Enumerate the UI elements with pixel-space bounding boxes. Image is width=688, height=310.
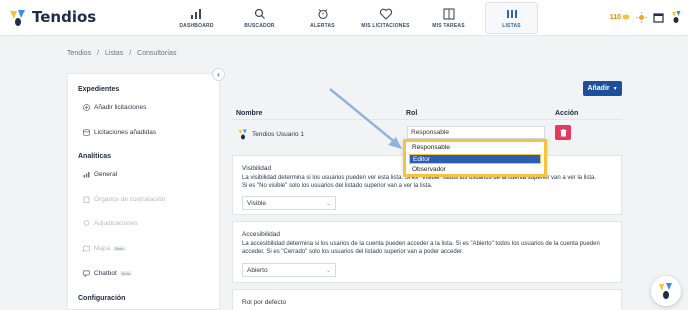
accessibility-card: Accesibilidad La accesibilidad determina… <box>232 221 622 283</box>
nav-listas[interactable]: LISTAS <box>485 2 538 34</box>
chevron-down-icon: ⌄ <box>325 268 331 274</box>
sidebar-item-label: Chatbot <box>94 270 117 277</box>
user-logo-icon <box>238 129 247 140</box>
column-header-name: Nombre <box>236 110 263 117</box>
nav-label: LISTAS <box>502 22 521 29</box>
visibility-select-value: Visible <box>247 200 267 207</box>
nav-label: MIS TAREAS <box>432 22 465 29</box>
nav-label: BUSCADOR <box>244 22 275 29</box>
add-button[interactable]: Añadir ▼ <box>583 81 622 96</box>
coin-balance: 110 <box>609 13 621 21</box>
beta-badge: Beta <box>113 246 126 251</box>
heart-icon <box>379 8 392 20</box>
sidebar-item-chatbot[interactable]: Chatbot Beta <box>83 270 133 277</box>
breadcrumb-listas[interactable]: Listas <box>105 50 123 57</box>
dropdown-option-responsable[interactable]: Responsable <box>409 143 541 153</box>
dropdown-option-observador[interactable]: Observador <box>409 165 541 175</box>
sidebar-item-label: Órganos de contratación <box>94 196 166 203</box>
visibility-select[interactable]: Visible ⌄ <box>242 196 336 210</box>
sidebar-item-label: Licitaciones añadidas <box>94 129 157 136</box>
app-name: Tendios <box>32 8 97 26</box>
chat-icon <box>83 270 90 277</box>
divider <box>232 119 622 120</box>
lists-icon <box>506 9 517 18</box>
top-bar: Tendios DASHBOARD BUSCADOR ALERTAS MIS L… <box>0 0 688 36</box>
role-dropdown-menu: Responsable Editor Observador <box>403 139 547 177</box>
sidebar-section-analiticas: Analíticas <box>78 153 112 160</box>
column-header-action: Acción <box>555 110 579 117</box>
database-icon <box>83 129 90 136</box>
default-role-title: Rol por defecto <box>242 299 287 306</box>
dashboard-icon <box>190 8 201 19</box>
award-icon <box>83 220 90 226</box>
nav-alertas[interactable]: ALERTAS <box>296 2 349 34</box>
chevron-down-icon: ▼ <box>612 85 618 92</box>
nav-mis-licitaciones[interactable]: MIS LICITACIONES <box>359 2 412 34</box>
sidebar-item-added-tenders[interactable]: Licitaciones añadidas <box>83 129 156 136</box>
accessibility-select[interactable]: Abierto ⌄ <box>242 263 336 277</box>
dropdown-option-editor[interactable]: Editor <box>409 154 541 164</box>
sun-icon[interactable] <box>636 11 647 23</box>
user-cell: Tendios Usuario 1 <box>238 129 304 140</box>
accessibility-select-value: Abierto <box>247 267 268 274</box>
sidebar-item-adjudicaciones[interactable]: Adjudicaciones <box>83 220 138 227</box>
breadcrumb: Tendios / Listas / Consultorías <box>67 50 180 57</box>
logo-icon <box>659 283 672 299</box>
role-select[interactable]: Responsable <box>407 126 545 139</box>
nav-buscador[interactable]: BUSCADOR <box>233 2 286 34</box>
sidebar-item-organos[interactable]: Órganos de contratación <box>83 196 165 203</box>
alarm-icon <box>317 8 328 19</box>
map-icon <box>83 245 90 252</box>
sidebar-item-add-tenders[interactable]: Añadir licitaciones <box>83 104 146 111</box>
sidebar-section-configuracion: Configuración <box>78 295 126 302</box>
accessibility-title: Accesibilidad <box>242 231 280 238</box>
board-icon <box>442 7 455 20</box>
sidebar-section-expedientes: Expedientes <box>78 86 120 93</box>
nav-dashboard[interactable]: DASHBOARD <box>170 2 223 34</box>
collapse-sidebar-button[interactable]: ‹ <box>212 68 225 81</box>
beta-badge: Beta <box>119 271 133 276</box>
breadcrumb-separator: / <box>129 50 132 57</box>
sidebar-item-label: General <box>94 171 118 178</box>
building-icon <box>83 196 90 203</box>
trash-icon <box>560 128 566 136</box>
logo-icon <box>10 10 25 26</box>
sidebar: Expedientes Añadir licitaciones Licitaci… <box>67 73 220 310</box>
user-avatar-icon[interactable] <box>670 10 682 24</box>
annotation-arrow <box>329 88 402 149</box>
search-icon <box>254 8 265 19</box>
user-name: Tendios Usuario 1 <box>252 131 305 138</box>
chevron-down-icon: ⌄ <box>325 201 331 207</box>
nav-mis-tareas[interactable]: MIS TAREAS <box>422 2 475 34</box>
delete-button[interactable] <box>555 125 571 140</box>
breadcrumb-separator: / <box>97 50 100 57</box>
top-right-controls: 110 <box>610 10 682 24</box>
nav-label: ALERTAS <box>310 22 335 29</box>
sidebar-item-label: Mapa <box>94 245 111 252</box>
default-role-card: Rol por defecto <box>232 289 622 310</box>
coin-icon <box>622 14 630 20</box>
sidebar-item-mapa[interactable]: Mapa Beta <box>83 245 126 252</box>
breadcrumb-tendios[interactable]: Tendios <box>67 50 91 57</box>
add-button-label: Añadir <box>587 85 610 92</box>
plus-circle-icon <box>83 104 90 111</box>
accessibility-desc-line2: acceder. Si es "Cerrado" solo los usuari… <box>242 249 464 255</box>
nav-label: MIS LICITACIONES <box>361 22 410 29</box>
visibility-title: Visibilidad <box>242 165 272 172</box>
nav-label: DASHBOARD <box>179 22 214 29</box>
sidebar-item-general[interactable]: General <box>83 171 117 178</box>
help-chat-button[interactable] <box>651 276 681 306</box>
sidebar-item-label: Añadir licitaciones <box>94 104 147 111</box>
accessibility-description: La accesibilidad determina si los usario… <box>242 240 618 256</box>
chart-icon <box>83 172 90 178</box>
visibility-desc-line2: Si es "No visible" solo los usuarios del… <box>242 183 433 189</box>
app-logo[interactable]: Tendios <box>8 7 96 27</box>
calendar-icon[interactable] <box>653 12 664 23</box>
breadcrumb-current: Consultorías <box>137 50 177 57</box>
main-nav: DASHBOARD BUSCADOR ALERTAS MIS LICITACIO… <box>170 2 548 34</box>
sidebar-item-label: Adjudicaciones <box>94 220 138 227</box>
accessibility-desc-line1: La accesibilidad determina si los usario… <box>242 241 600 247</box>
chevron-left-icon: ‹ <box>217 70 220 79</box>
